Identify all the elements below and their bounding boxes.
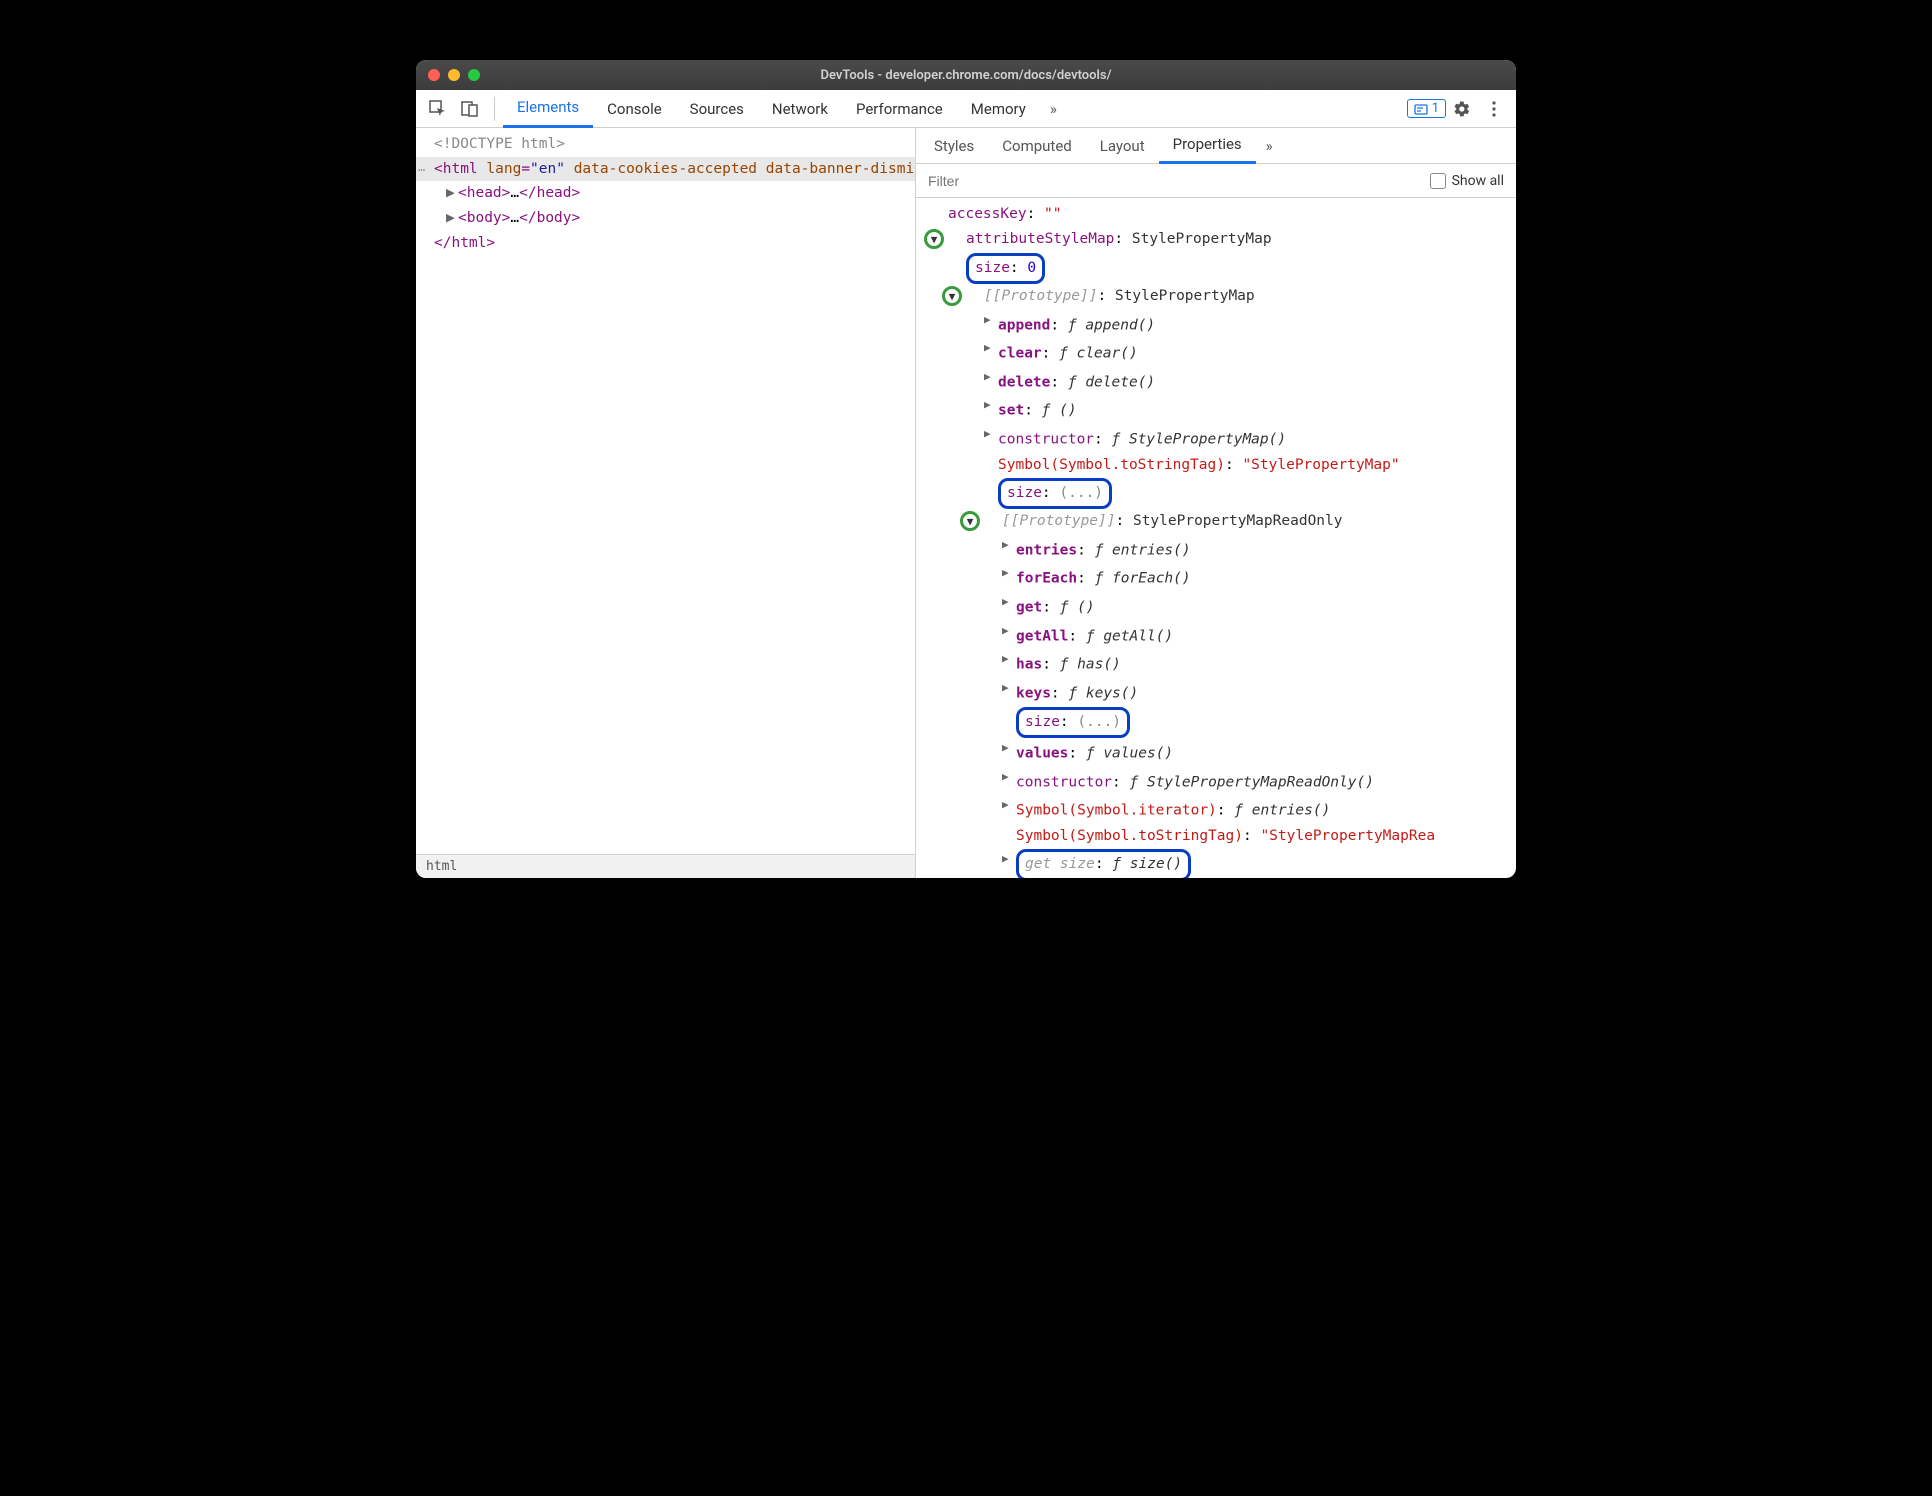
annotation-highlight: size: (...) [1016, 707, 1130, 738]
more-tabs-icon[interactable]: » [1040, 100, 1067, 118]
expand-icon[interactable]: ▶ [446, 206, 458, 231]
device-toolbar-icon[interactable] [454, 93, 486, 125]
issues-icon [1414, 102, 1428, 116]
issues-count: 1 [1432, 101, 1439, 116]
prop-has[interactable]: has: ƒ has() [926, 649, 1516, 678]
subtab-styles[interactable]: Styles [920, 128, 988, 164]
main-toolbar: Elements Console Sources Network Perform… [416, 90, 1516, 128]
expand-icon[interactable]: ▶ [446, 181, 458, 206]
prop-getall[interactable]: getAll: ƒ getAll() [926, 621, 1516, 650]
inspect-element-icon[interactable] [422, 93, 454, 125]
sidebar-tabs: Styles Computed Layout Properties » [916, 128, 1516, 164]
tab-network[interactable]: Network [758, 90, 842, 128]
window-title: DevTools - developer.chrome.com/docs/dev… [416, 68, 1516, 83]
kebab-menu-icon[interactable] [1478, 101, 1510, 117]
dom-doctype[interactable]: <!DOCTYPE html> [416, 132, 915, 157]
prop-size-getter-2[interactable]: size: (...) [926, 707, 1516, 738]
prop-clear[interactable]: clear: ƒ clear() [926, 338, 1516, 367]
prop-symbol-iterator[interactable]: Symbol(Symbol.iterator): ƒ entries() [926, 795, 1516, 824]
annotation-highlight: get size: ƒ size() [1016, 849, 1191, 878]
annotation-highlight: size: 0 [966, 253, 1045, 284]
prop-size[interactable]: size: 0 [926, 253, 1516, 284]
prop-append[interactable]: append: ƒ append() [926, 310, 1516, 339]
prop-get[interactable]: get: ƒ () [926, 592, 1516, 621]
prop-constructor-2[interactable]: constructor: ƒ StylePropertyMapReadOnly(… [926, 767, 1516, 796]
filter-bar: Show all [916, 164, 1516, 198]
titlebar: DevTools - developer.chrome.com/docs/dev… [416, 60, 1516, 90]
prop-foreach[interactable]: forEach: ƒ forEach() [926, 563, 1516, 592]
prop-attributestylemap[interactable]: attributeStyleMap: StylePropertyMap [926, 227, 1516, 252]
tab-performance[interactable]: Performance [842, 90, 957, 128]
prop-set[interactable]: set: ƒ () [926, 395, 1516, 424]
dom-html-close: </html> [416, 231, 915, 256]
subtab-properties[interactable]: Properties [1159, 128, 1256, 164]
prop-entries[interactable]: entries: ƒ entries() [926, 535, 1516, 564]
tab-elements[interactable]: Elements [503, 90, 593, 128]
subtab-layout[interactable]: Layout [1086, 128, 1159, 164]
prop-symbol-tostringtag-1[interactable]: Symbol(Symbol.toStringTag): "StyleProper… [926, 453, 1516, 478]
prop-prototype-2[interactable]: [[Prototype]]: StylePropertyMapReadOnly [926, 509, 1516, 534]
content: <!DOCTYPE html> <html lang="en" data-coo… [416, 128, 1516, 878]
dom-breadcrumb[interactable]: html [416, 854, 915, 878]
show-all-checkbox[interactable] [1430, 173, 1446, 189]
annotation-highlight: size: (...) [998, 478, 1112, 509]
prop-accesskey[interactable]: accessKey: "" [926, 202, 1516, 227]
properties-tree: accessKey: "" attributeStyleMap: StylePr… [916, 198, 1516, 878]
dom-head-element[interactable]: ▶<head>…</head> [416, 181, 915, 206]
dom-body-element[interactable]: ▶<body>…</body> [416, 206, 915, 231]
annotation-circle-icon [942, 286, 962, 306]
annotation-circle-icon [960, 511, 980, 531]
annotation-circle-icon [924, 229, 944, 249]
dom-html-element[interactable]: <html lang="en" data-cookies-accepted da… [416, 157, 915, 182]
devtools-window: DevTools - developer.chrome.com/docs/dev… [416, 60, 1516, 878]
settings-icon[interactable] [1446, 100, 1478, 118]
more-subtabs-icon[interactable]: » [1256, 137, 1283, 155]
sidebar-panel: Styles Computed Layout Properties » Show… [916, 128, 1516, 878]
tab-memory[interactable]: Memory [957, 90, 1040, 128]
issues-badge[interactable]: 1 [1407, 99, 1446, 118]
prop-keys[interactable]: keys: ƒ keys() [926, 678, 1516, 707]
tab-sources[interactable]: Sources [676, 90, 758, 128]
filter-input[interactable] [928, 173, 1418, 189]
prop-constructor-1[interactable]: constructor: ƒ StylePropertyMap() [926, 424, 1516, 453]
prop-prototype-1[interactable]: [[Prototype]]: StylePropertyMap [926, 284, 1516, 309]
toolbar-separator [494, 97, 495, 121]
subtab-computed[interactable]: Computed [988, 128, 1086, 164]
prop-get-size-accessor[interactable]: get size: ƒ size() [926, 849, 1516, 878]
dom-tree-panel: <!DOCTYPE html> <html lang="en" data-coo… [416, 128, 916, 878]
prop-values[interactable]: values: ƒ values() [926, 738, 1516, 767]
show-all-label: Show all [1452, 173, 1504, 189]
show-all-toggle[interactable]: Show all [1430, 173, 1504, 189]
prop-symbol-tostringtag-2[interactable]: Symbol(Symbol.toStringTag): "StyleProper… [926, 824, 1516, 849]
prop-delete[interactable]: delete: ƒ delete() [926, 367, 1516, 396]
prop-size-getter-1[interactable]: size: (...) [926, 478, 1516, 509]
tab-console[interactable]: Console [593, 90, 676, 128]
